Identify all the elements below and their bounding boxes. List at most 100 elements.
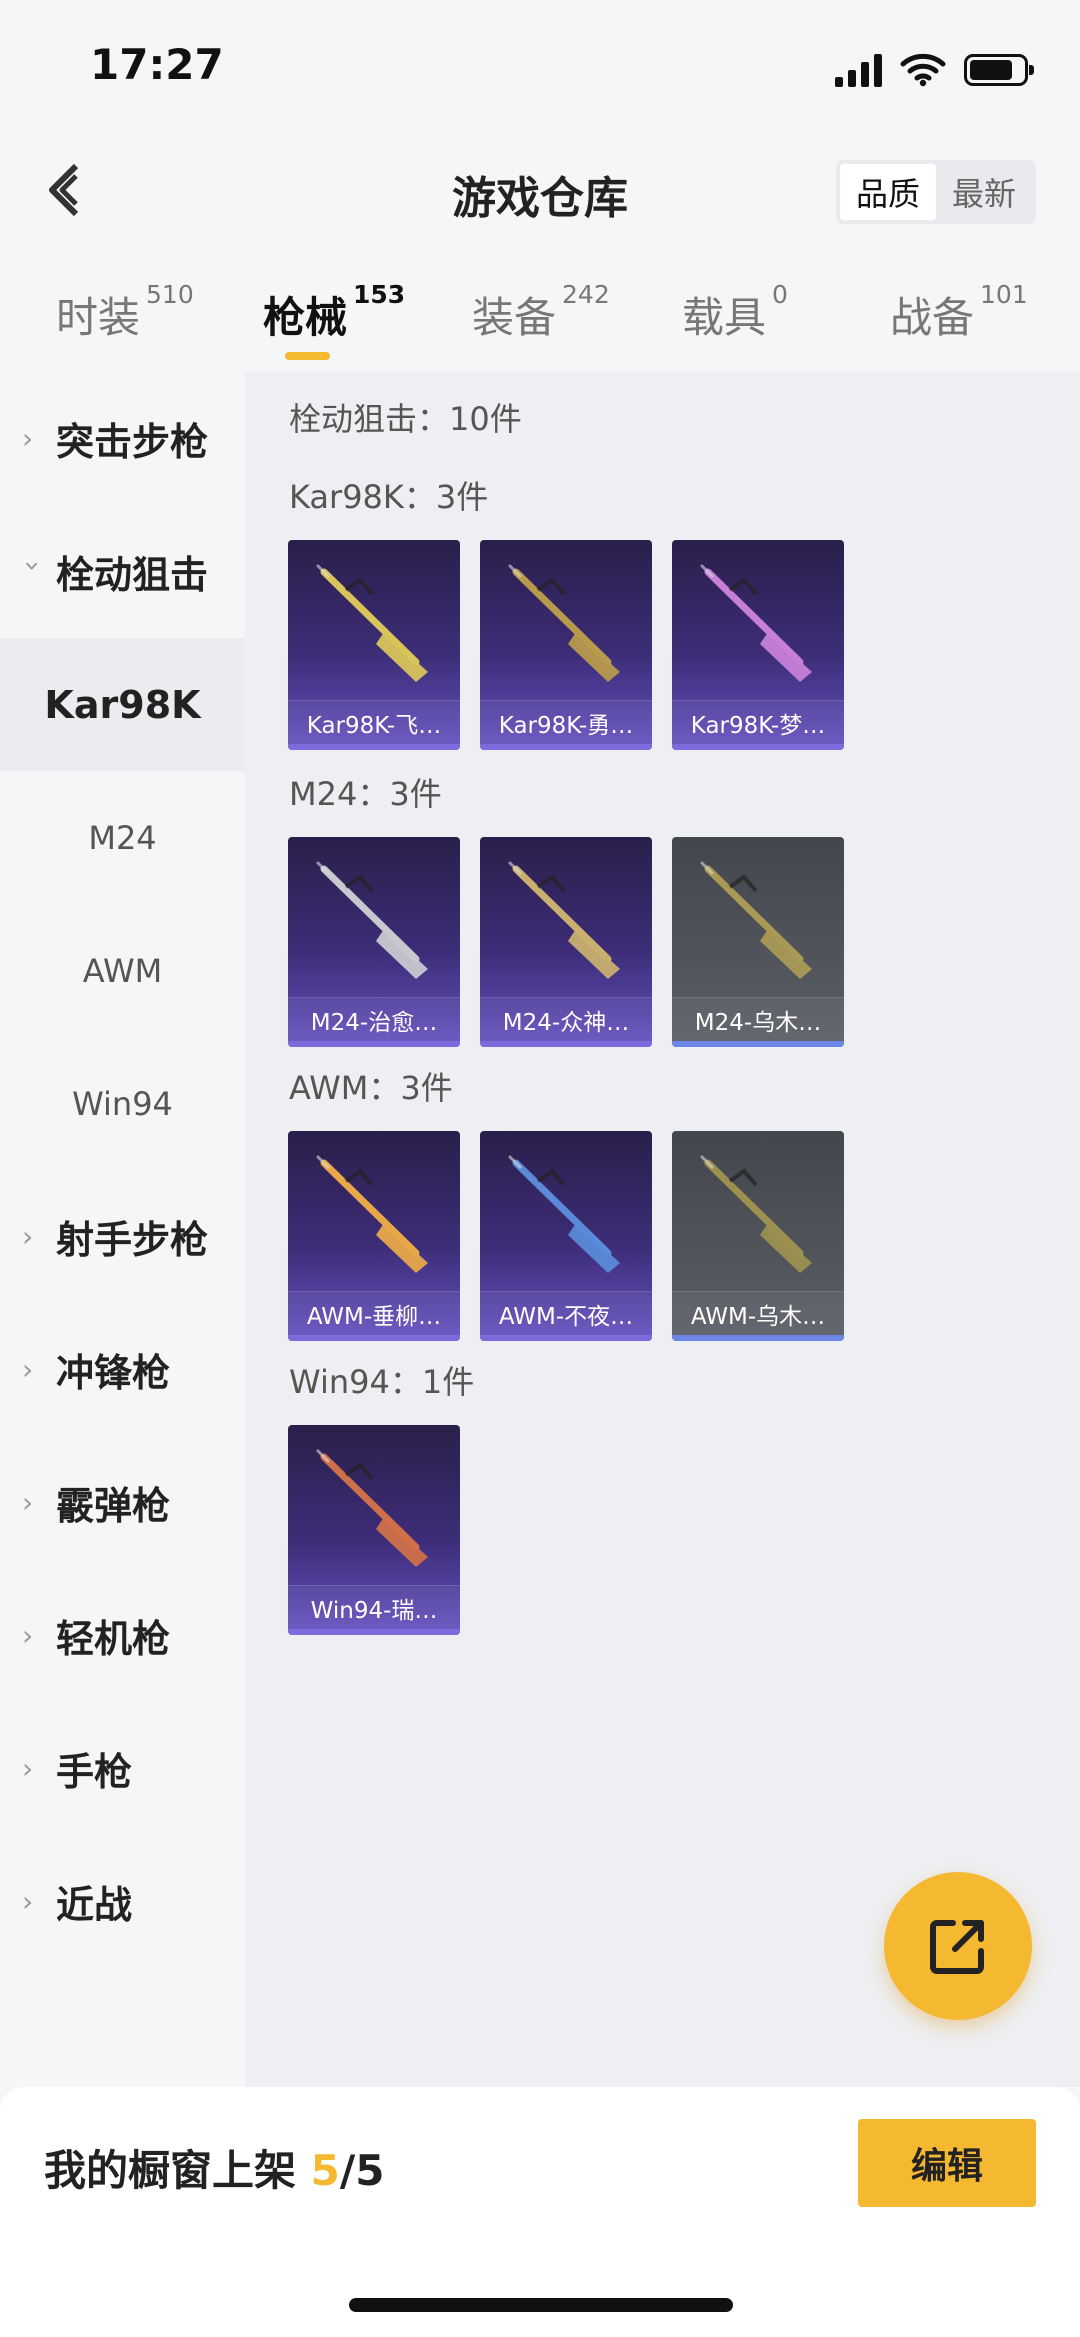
weapon-card[interactable]: Kar98K-勇… [480, 540, 652, 750]
rifle-icon [316, 861, 428, 979]
sort-option-quality[interactable]: 品质 [840, 164, 936, 220]
sidebar-item-smg[interactable]: › 冲锋枪 [0, 1303, 245, 1436]
game-warehouse-screen: 17:27 游戏仓库 品质 最新 时装 510 枪械 153 装备 242 载具… [0, 0, 1080, 2337]
quality-bar [288, 744, 460, 750]
quality-bar [672, 1041, 844, 1047]
share-external-icon [930, 1920, 984, 1974]
sidebar-subitem-kar98k[interactable]: Kar98K [0, 638, 245, 771]
rifle-icon [316, 1449, 428, 1567]
sidebar-subitem-win94[interactable]: Win94 [0, 1037, 245, 1170]
chevron-right-icon: › [22, 1486, 34, 1519]
weapon-card[interactable]: AWM-垂柳… [288, 1131, 460, 1341]
weapon-list: 栓动狙击：10件 Kar98K：3件 M24：3件 AWM：3件 Win94：1… [245, 372, 1080, 2087]
sidebar-item-label: 栓动狙击 [56, 553, 209, 597]
chevron-right-icon: › [22, 1353, 34, 1386]
weapon-card[interactable]: Kar98K-梦… [672, 540, 844, 750]
wifi-icon [900, 53, 946, 87]
tab-count: 0 [772, 280, 788, 309]
tab-label: 载具 [682, 293, 767, 342]
sort-option-newest[interactable]: 最新 [936, 164, 1032, 220]
showcase-label: 我的橱窗上架 [44, 2146, 297, 2195]
tab-count: 101 [980, 280, 1028, 309]
chevron-right-icon: › [22, 422, 34, 455]
weapon-name: AWM-不夜… [480, 1291, 652, 1335]
tab-fashion[interactable]: 时装 510 [56, 280, 194, 345]
category-total: 栓动狙击：10件 [289, 400, 522, 438]
showcase-status: 我的橱窗上架 5/5 [44, 2137, 384, 2198]
tab-supplies[interactable]: 战备 101 [890, 280, 1028, 345]
battery-icon [964, 54, 1034, 86]
tab-equipment[interactable]: 装备 242 [472, 280, 610, 345]
rifle-icon [700, 861, 812, 979]
weapon-card[interactable]: M24-治愈… [288, 837, 460, 1047]
status-time: 17:27 [90, 40, 224, 89]
weapon-card[interactable]: Kar98K-飞… [288, 540, 460, 750]
chevron-right-icon: › [22, 1619, 34, 1652]
rifle-icon [508, 564, 620, 682]
showcase-count: 5 [310, 2146, 340, 2195]
sidebar-item-label: 突击步枪 [56, 420, 209, 464]
status-bar: 17:27 [0, 0, 1080, 130]
sidebar-item-pistol[interactable]: › 手枪 [0, 1702, 245, 1835]
sidebar-subitem-awm[interactable]: AWM [0, 904, 245, 1037]
weapon-card[interactable]: M24-众神… [480, 837, 652, 1047]
sidebar-item-label: 霰弹枪 [56, 1484, 171, 1528]
chevron-right-icon: › [22, 1885, 34, 1918]
tab-label: 枪械 [263, 293, 348, 342]
weapon-card[interactable]: M24-乌木… [672, 837, 844, 1047]
group-title-awm: AWM：3件 [289, 1069, 453, 1107]
quality-bar [480, 1335, 652, 1341]
group-title-win94: Win94：1件 [289, 1363, 475, 1401]
home-indicator[interactable] [349, 2298, 733, 2312]
status-icons [835, 50, 1034, 90]
rifle-icon [700, 564, 812, 682]
sidebar-item-shotgun[interactable]: › 霰弹枪 [0, 1436, 245, 1569]
showcase-total: /5 [339, 2146, 385, 2195]
weapon-name: Kar98K-勇… [480, 700, 652, 744]
quality-bar [288, 1335, 460, 1341]
tab-firearms[interactable]: 枪械 153 [263, 280, 405, 345]
active-tab-indicator [285, 352, 330, 360]
share-button[interactable] [884, 1872, 1032, 2020]
group-title-kar98k: Kar98K：3件 [289, 478, 489, 516]
weapon-name: AWM-乌木… [672, 1291, 844, 1335]
sidebar-item-label: 手枪 [56, 1750, 133, 1794]
tab-count: 153 [353, 280, 406, 309]
weapon-name: M24-治愈… [288, 997, 460, 1041]
rifle-icon [316, 1155, 428, 1273]
sidebar-item-label: 轻机枪 [56, 1617, 171, 1661]
category-tabs: 时装 510 枪械 153 装备 242 载具 0 战备 101 [0, 270, 1080, 370]
rifle-icon [508, 861, 620, 979]
sort-toggle: 品质 最新 [836, 160, 1036, 224]
weapon-name: M24-乌木… [672, 997, 844, 1041]
tab-label: 战备 [890, 293, 975, 342]
weapon-name: AWM-垂柳… [288, 1291, 460, 1335]
sidebar-item-assault-rifle[interactable]: › 突击步枪 [0, 372, 245, 505]
chevron-right-icon: › [22, 1752, 34, 1785]
quality-bar [672, 744, 844, 750]
weapon-name: M24-众神… [480, 997, 652, 1041]
weapon-name: Win94-瑞… [288, 1585, 460, 1629]
weapon-card[interactable]: AWM-不夜… [480, 1131, 652, 1341]
tab-label: 装备 [472, 293, 557, 342]
sidebar-item-lmg[interactable]: › 轻机枪 [0, 1569, 245, 1702]
sidebar-item-bolt-sniper[interactable]: › 栓动狙击 [0, 505, 245, 638]
weapon-card[interactable]: AWM-乌木… [672, 1131, 844, 1341]
weapon-card[interactable]: Win94-瑞… [288, 1425, 460, 1635]
sidebar-subitem-m24[interactable]: M24 [0, 771, 245, 904]
quality-bar [288, 1629, 460, 1635]
tab-count: 510 [146, 280, 194, 309]
weapon-name: Kar98K-梦… [672, 700, 844, 744]
sidebar-item-melee[interactable]: › 近战 [0, 1835, 245, 1968]
rifle-icon [700, 1155, 812, 1273]
back-button[interactable] [34, 158, 94, 222]
nav-header: 游戏仓库 品质 最新 [0, 140, 1080, 240]
edit-button[interactable]: 编辑 [858, 2119, 1036, 2207]
sidebar-item-label: 射手步枪 [56, 1218, 209, 1262]
quality-bar [288, 1041, 460, 1047]
sidebar-item-marksman-rifle[interactable]: › 射手步枪 [0, 1170, 245, 1303]
sidebar-item-label: 近战 [56, 1883, 133, 1927]
group-title-m24: M24：3件 [289, 775, 442, 813]
quality-bar [672, 1335, 844, 1341]
tab-vehicles[interactable]: 载具 0 [682, 280, 788, 345]
